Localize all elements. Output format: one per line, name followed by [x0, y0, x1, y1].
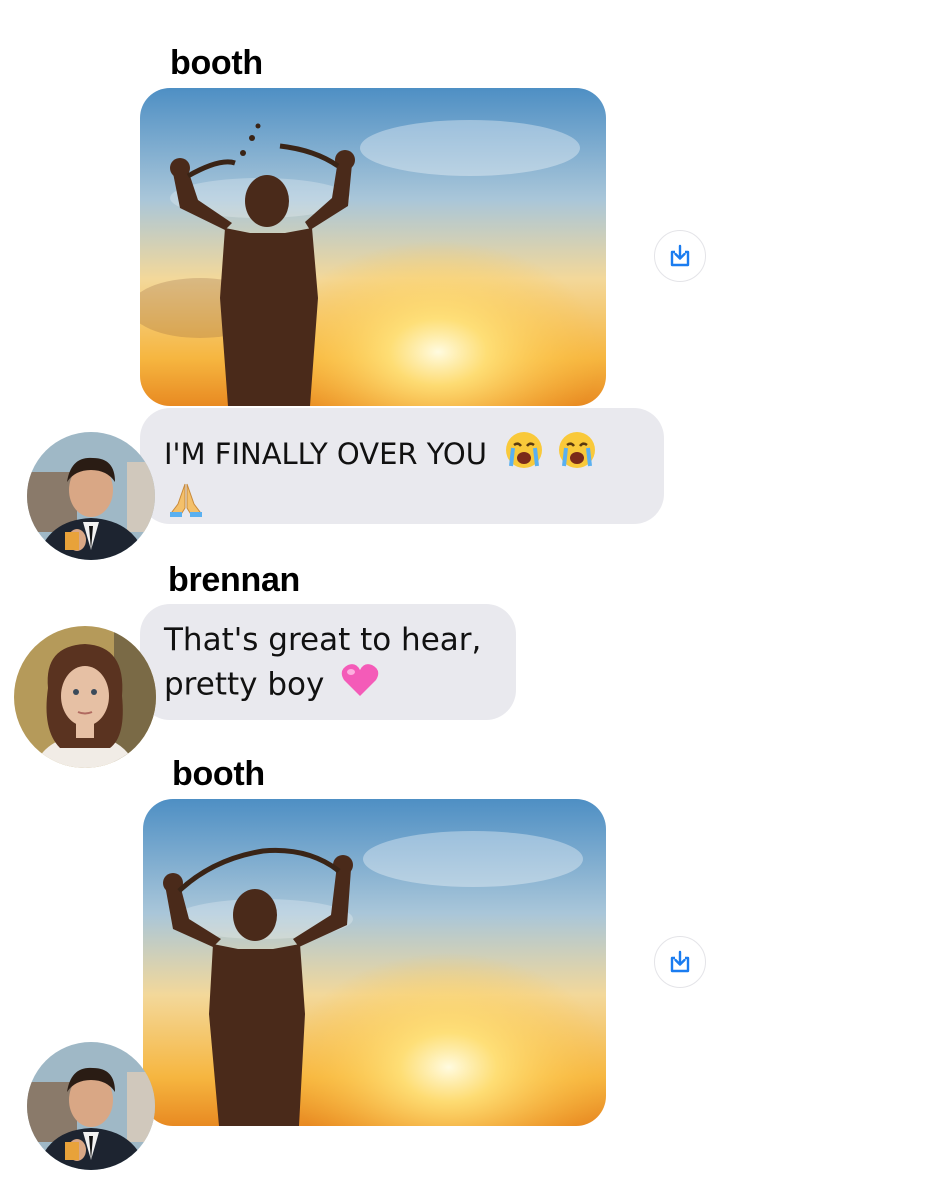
save-image-button[interactable]: [654, 230, 706, 282]
avatar-brennan[interactable]: [14, 626, 156, 768]
save-image-button[interactable]: [654, 936, 706, 988]
message-text-line-2: pretty boy: [164, 666, 325, 703]
message-bubble-booth-text[interactable]: I'M FINALLY OVER YOU: [140, 408, 664, 524]
message-text-line-1: That's great to hear,: [164, 622, 482, 658]
shared-image-chains-sunset[interactable]: [140, 88, 606, 406]
sunset-silhouette-image: [140, 88, 606, 406]
message-text: I'M FINALLY OVER YOU: [164, 437, 487, 471]
avatar-photo-brennan: [14, 626, 156, 768]
save-to-device-icon: [670, 950, 690, 973]
shared-image-chains-sunset[interactable]: [143, 799, 606, 1126]
sender-name-brennan: brennan: [168, 561, 301, 599]
pink-heart-icon: [340, 662, 380, 710]
sender-name-booth: booth: [172, 755, 265, 793]
sender-name-booth: booth: [170, 44, 263, 82]
message-bubble-brennan-text[interactable]: That's great to hear, pretty boy: [140, 604, 516, 720]
avatar-booth[interactable]: [27, 1042, 155, 1170]
sunset-silhouette-image: [143, 799, 606, 1126]
folded-hands-icon: [166, 482, 206, 530]
loudly-crying-face-icon: [557, 430, 597, 482]
avatar-photo-booth: [27, 1042, 155, 1170]
avatar-booth[interactable]: [27, 432, 155, 560]
loudly-crying-face-icon: [504, 430, 544, 482]
avatar-photo-booth: [27, 432, 155, 560]
save-to-device-icon: [670, 244, 690, 267]
